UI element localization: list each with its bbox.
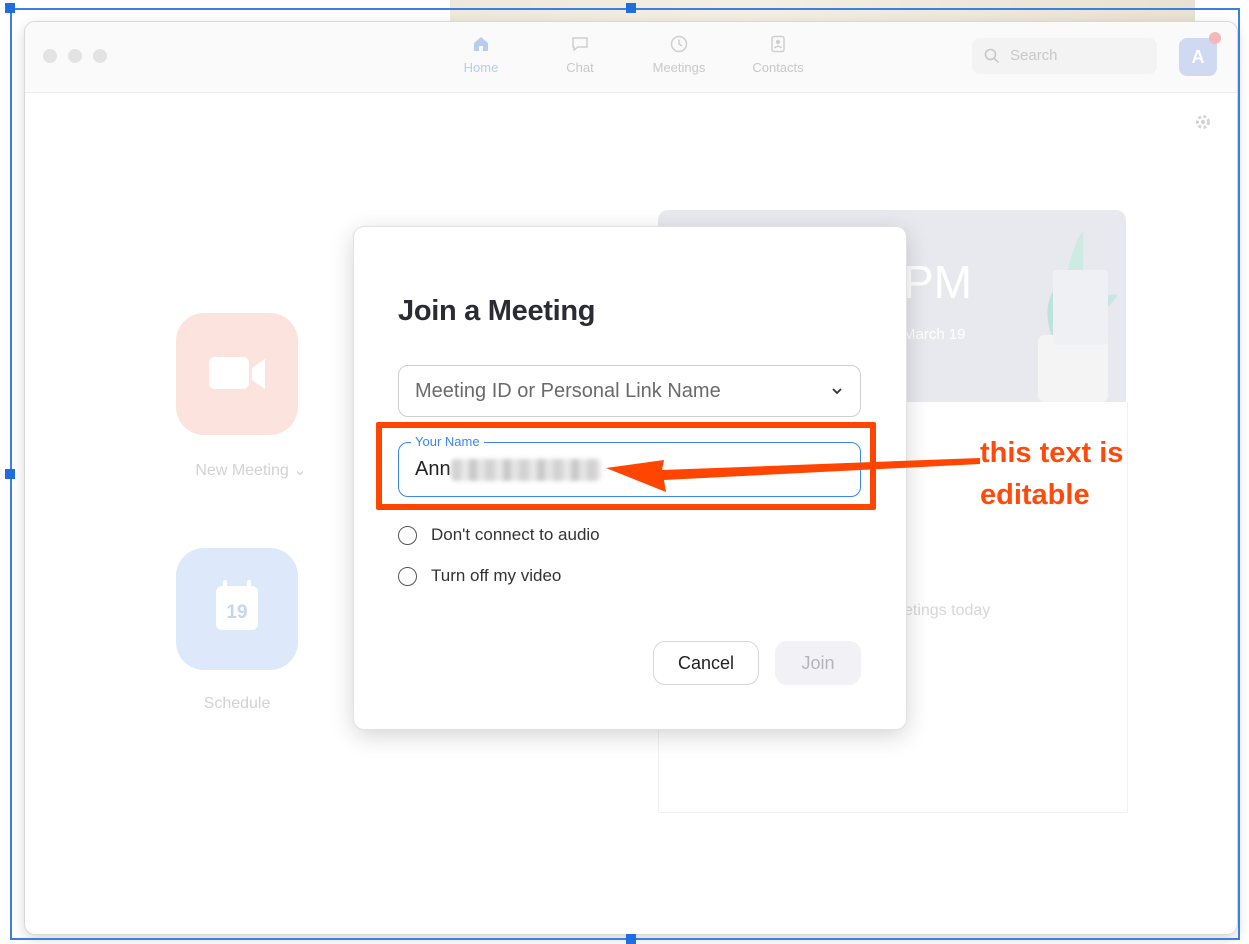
contacts-icon <box>771 35 785 53</box>
resize-handle[interactable] <box>626 934 636 944</box>
meeting-id-input[interactable]: Meeting ID or Personal Link Name <box>398 365 861 417</box>
close-window-button[interactable] <box>43 49 57 63</box>
resize-handle[interactable] <box>626 3 636 13</box>
tab-contacts-label: Contacts <box>752 60 804 75</box>
no-meetings-text: etings today <box>904 602 991 619</box>
tab-home-label: Home <box>463 60 499 75</box>
desktop-background <box>450 0 1195 24</box>
tab-meetings[interactable]: Meetings <box>634 34 724 75</box>
background-edge <box>1235 0 1249 944</box>
search-input[interactable]: Search <box>972 38 1157 74</box>
new-meeting-label: New Meeting ⌄ <box>195 462 307 479</box>
minimize-window-button[interactable] <box>68 49 82 63</box>
callout-line-1: this text is <box>980 437 1124 469</box>
title-bar: Home Chat Meetings Contacts Search A <box>25 22 1237 93</box>
callout-line-2: editable <box>980 479 1090 511</box>
schedule-button[interactable]: 19 <box>176 548 298 670</box>
avatar[interactable]: A <box>1179 38 1217 76</box>
video-option-label: Turn off my video <box>431 566 562 585</box>
dialog-title: Join a Meeting <box>398 295 596 327</box>
tab-meetings-label: Meetings <box>652 60 706 75</box>
chevron-down-icon[interactable] <box>830 384 844 398</box>
calendar-day: 19 <box>226 602 248 623</box>
tab-chat-label: Chat <box>566 60 594 75</box>
resize-handle[interactable] <box>5 3 15 13</box>
schedule-label: Schedule <box>203 695 271 712</box>
join-button[interactable]: Join <box>775 641 861 685</box>
chat-icon <box>572 37 588 52</box>
annotation-callout: this text is editable <box>980 432 1123 516</box>
notification-badge <box>1209 32 1221 44</box>
home-icon <box>474 37 488 51</box>
cancel-button[interactable]: Cancel <box>653 641 759 685</box>
tab-home[interactable]: Home <box>436 34 526 75</box>
tab-chat[interactable]: Chat <box>535 34 625 75</box>
annotation-arrow <box>606 458 980 492</box>
zoom-window-button[interactable] <box>93 49 107 63</box>
resize-handle[interactable] <box>5 469 15 479</box>
clock-icon <box>670 35 688 53</box>
audio-checkbox[interactable] <box>398 526 417 545</box>
video-camera-icon <box>209 357 265 389</box>
gear-icon[interactable] <box>1193 112 1213 132</box>
new-meeting-button[interactable] <box>176 313 298 435</box>
chevron-down-icon[interactable]: ⌄ <box>293 462 306 479</box>
audio-option-label: Don't connect to audio <box>431 525 600 544</box>
search-icon <box>984 48 1000 64</box>
video-checkbox[interactable] <box>398 567 417 586</box>
card-time: PM <box>903 256 972 308</box>
search-placeholder: Search <box>1010 47 1058 64</box>
card-date: March 19 <box>903 326 966 343</box>
meeting-id-placeholder: Meeting ID or Personal Link Name <box>415 380 721 402</box>
plant-illustration <box>1038 230 1118 402</box>
tab-contacts[interactable]: Contacts <box>733 34 823 75</box>
